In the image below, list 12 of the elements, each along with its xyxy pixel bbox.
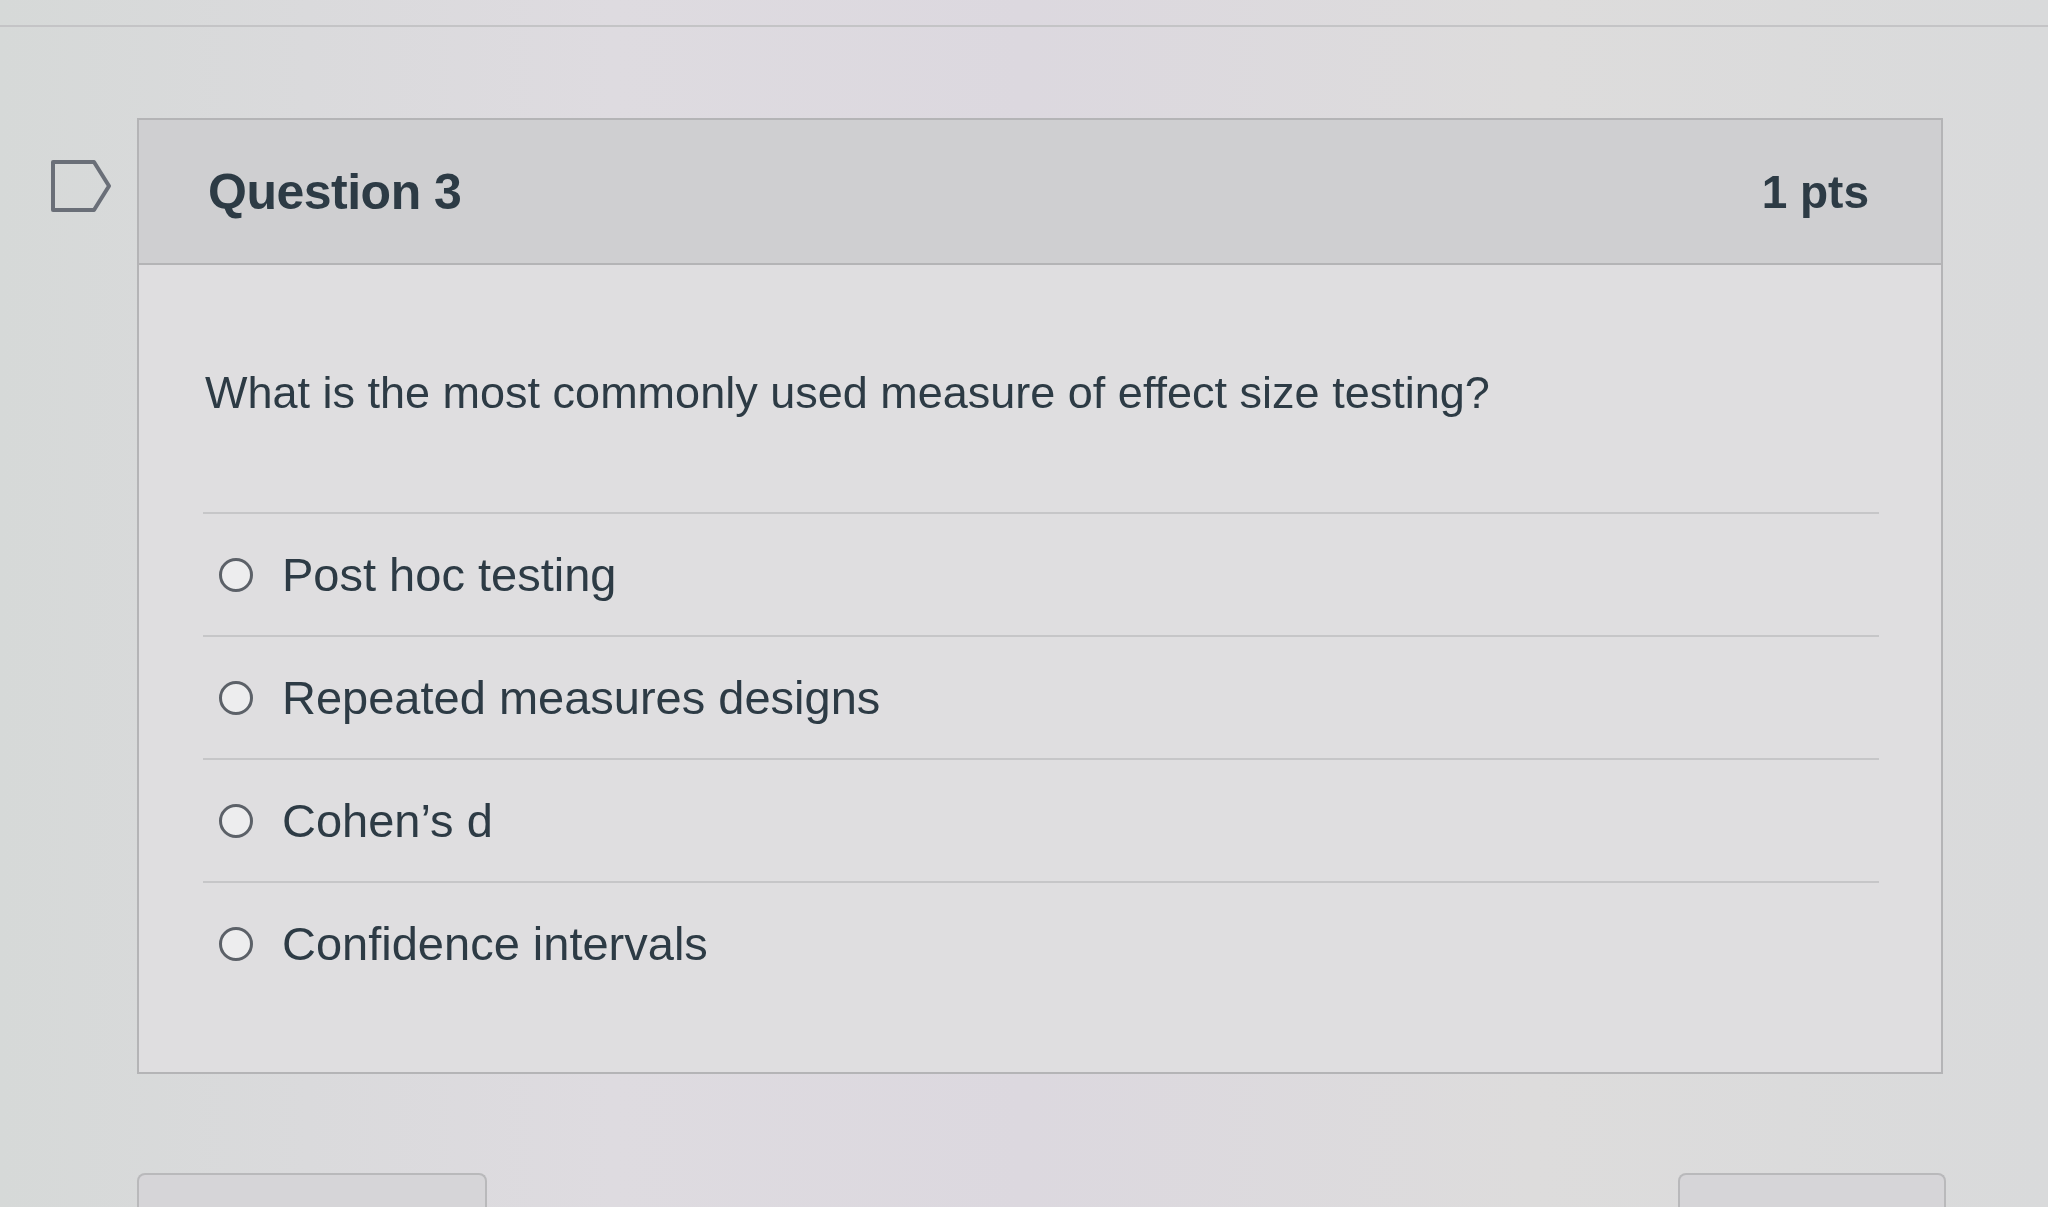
radio-button[interactable] — [219, 557, 253, 592]
answer-label[interactable]: Confidence intervals — [282, 915, 708, 972]
points-label: 1 pts — [1761, 164, 1869, 219]
radio-button[interactable] — [219, 680, 253, 715]
answer-label[interactable]: Post hoc testing — [282, 546, 617, 603]
tag-icon[interactable] — [50, 159, 112, 213]
answer-label[interactable]: Repeated measures designs — [282, 669, 881, 726]
answer-label[interactable]: Cohen’s d — [282, 792, 493, 849]
radio-button[interactable] — [219, 926, 253, 961]
question-text: What is the most commonly used measure of effect size testing? — [204, 366, 1491, 420]
question-title: Question 3 — [208, 162, 462, 221]
radio-button[interactable] — [219, 803, 253, 838]
